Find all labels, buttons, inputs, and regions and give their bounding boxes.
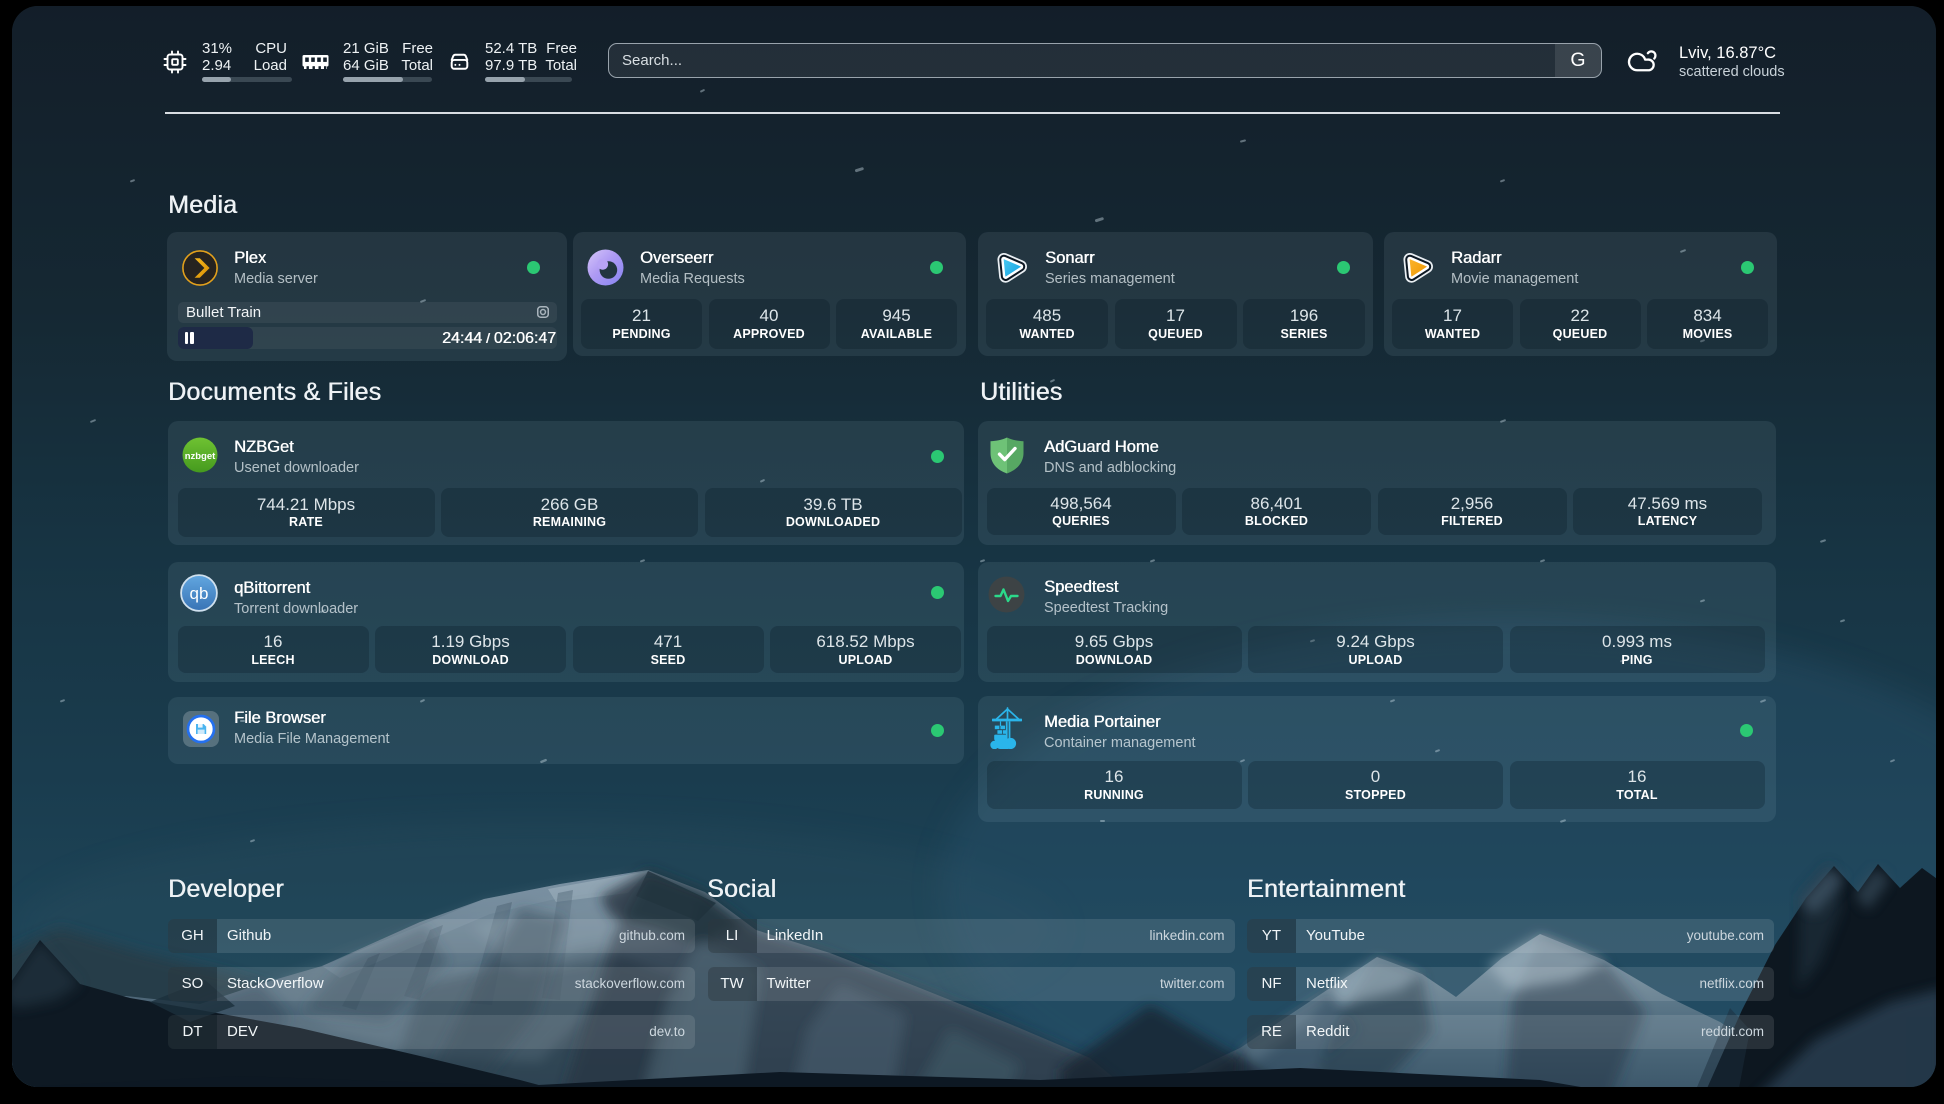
svg-text:nzbget: nzbget [185, 451, 216, 462]
svg-text:qb: qb [190, 584, 209, 603]
